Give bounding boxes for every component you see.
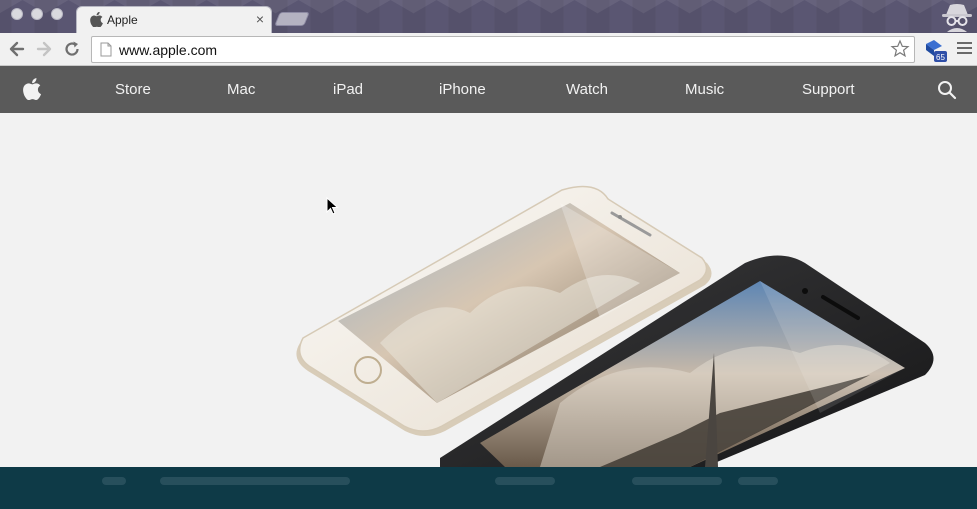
nav-item-ipad[interactable]: iPad [333,81,363,98]
blurred-text [160,477,350,485]
search-icon[interactable] [937,80,957,100]
extension-badge: 65 [936,53,945,62]
close-window-button[interactable] [11,8,23,20]
new-tab-button[interactable] [274,12,310,26]
tab-title: Apple [107,13,138,27]
zoom-window-button[interactable] [51,8,63,20]
page-icon [100,42,112,57]
nav-item-iphone[interactable]: iPhone [439,81,486,98]
blurred-text [102,477,126,485]
blurred-text [738,477,778,485]
bottom-promo-strip [0,467,977,509]
apple-logo-icon[interactable] [23,78,41,100]
iphone-hero-image [296,185,934,467]
reload-icon[interactable] [62,39,82,59]
star-icon[interactable] [890,39,910,59]
browser-toolbar: www.apple.com [0,33,977,66]
nav-item-mac[interactable]: Mac [227,81,255,98]
nav-item-support[interactable]: Support [802,81,855,98]
hamburger-menu-icon[interactable] [957,42,972,56]
nav-item-watch[interactable]: Watch [566,81,608,98]
back-arrow-icon[interactable] [7,39,27,59]
url-text: www.apple.com [119,42,218,58]
minimize-window-button[interactable] [31,8,43,20]
address-bar[interactable]: www.apple.com [91,36,915,63]
apple-global-nav: Store Mac iPad iPhone Watch Music Suppor… [0,66,977,113]
mouse-cursor-icon [326,197,339,215]
blurred-text [632,477,722,485]
nav-item-store[interactable]: Store [115,81,151,98]
blurred-text [495,477,555,485]
extension-icon[interactable]: 65 [922,38,948,64]
browser-titlebar: Apple × [0,0,977,33]
tab-close-button[interactable]: × [256,11,264,27]
nav-item-music[interactable]: Music [685,81,724,98]
hero-banner[interactable] [0,113,977,467]
apple-favicon-icon [90,12,103,27]
forward-arrow-icon[interactable] [34,39,54,59]
incognito-icon [942,4,972,32]
browser-tab[interactable]: Apple × [76,6,272,33]
